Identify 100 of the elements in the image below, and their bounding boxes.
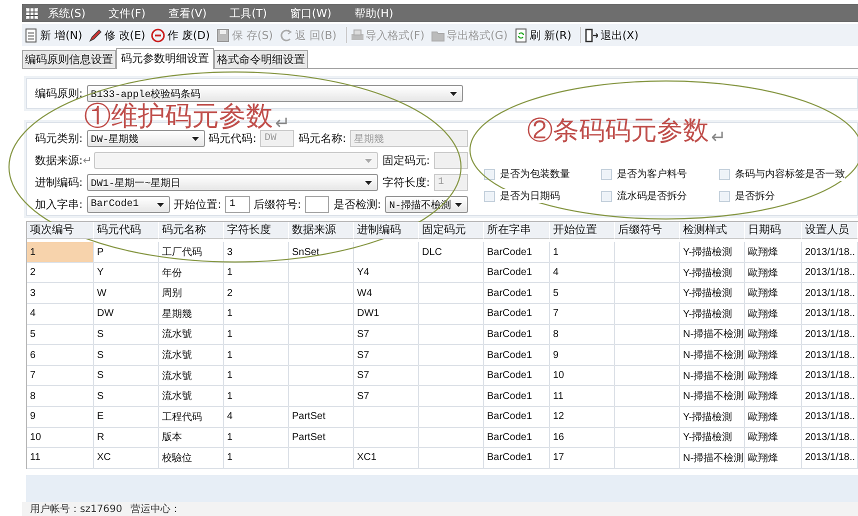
refresh-icon bbox=[514, 28, 528, 42]
checkbox-label: 流水码是否拆分 bbox=[617, 189, 687, 204]
dropdown-arrow-icon bbox=[365, 180, 372, 185]
menu-item[interactable]: 窗口(W) bbox=[290, 6, 332, 20]
menu-item[interactable]: 工具(T) bbox=[230, 6, 267, 20]
table-cell: 7 bbox=[550, 304, 615, 325]
table-cell: W bbox=[94, 283, 159, 304]
table-cell: 年份 bbox=[159, 262, 224, 284]
table-cell: BarCode1 bbox=[484, 448, 550, 469]
input-field[interactable]: 1 bbox=[225, 196, 250, 214]
dropdown[interactable]: DW-星期幾 bbox=[86, 130, 205, 148]
table-cell bbox=[615, 366, 680, 386]
annotation-text: ②条码码元参数 bbox=[527, 115, 709, 148]
table-cell bbox=[419, 283, 484, 304]
table-cell: 2 bbox=[27, 262, 94, 284]
table-cell: 2013/1/18.. bbox=[802, 345, 858, 366]
table-cell bbox=[615, 428, 680, 448]
table-cell bbox=[419, 386, 484, 407]
table-cell bbox=[615, 242, 680, 263]
table-cell: 歐翔烽 bbox=[745, 242, 802, 263]
table-cell: 8 bbox=[550, 324, 615, 346]
toolbar-button[interactable]: 作 废(D) bbox=[151, 28, 214, 42]
table-cell bbox=[615, 345, 680, 366]
table-cell: 17 bbox=[550, 448, 615, 469]
toolbar-button[interactable]: 修 改(E) bbox=[88, 28, 150, 42]
checkbox[interactable] bbox=[484, 190, 495, 202]
table-cell: Y-掃描檢測 bbox=[680, 242, 745, 263]
column-header[interactable]: 码元名称 bbox=[159, 222, 224, 239]
table-cell: R bbox=[94, 428, 159, 448]
table-cell: 8 bbox=[27, 386, 94, 407]
column-header[interactable]: 检测样式 bbox=[680, 222, 745, 239]
column-header[interactable]: 开始位置 bbox=[550, 222, 615, 239]
table-cell: 歐翔烽 bbox=[745, 283, 802, 304]
checkbox[interactable] bbox=[601, 190, 612, 202]
field-label: 码元代码: bbox=[208, 131, 256, 146]
table-cell: N-掃描不檢測 bbox=[680, 448, 745, 469]
column-header[interactable]: 固定码元 bbox=[419, 222, 484, 239]
toolbar-button[interactable]: 新 增(N) bbox=[24, 28, 86, 42]
menu-item[interactable]: 帮助(H) bbox=[354, 6, 394, 20]
column-header[interactable]: 日期码 bbox=[745, 222, 802, 239]
table-cell: DW bbox=[94, 304, 159, 325]
dropdown[interactable]: N-掃描不檢測 bbox=[385, 196, 468, 214]
table-cell: 4 bbox=[550, 262, 615, 284]
column-header[interactable]: 字符长度 bbox=[224, 222, 289, 239]
table-cell bbox=[615, 386, 680, 407]
table-cell bbox=[289, 386, 354, 407]
exit-door-icon bbox=[584, 28, 598, 42]
table-cell: S7 bbox=[354, 366, 419, 386]
table-cell: 2013/1/18.. bbox=[802, 283, 858, 304]
table-cell: 2013/1/18.. bbox=[802, 386, 858, 407]
dropdown[interactable]: BarCode1 bbox=[86, 196, 170, 214]
column-header[interactable]: 数据来源 bbox=[289, 222, 354, 239]
table-cell: SnSet bbox=[289, 242, 354, 263]
dropdown-arrow-icon bbox=[455, 202, 462, 207]
menu-item[interactable]: 文件(F) bbox=[108, 6, 146, 20]
tab[interactable]: 编码原则信息设置 bbox=[22, 50, 116, 68]
column-header[interactable]: 进制编码 bbox=[354, 222, 419, 239]
menu-item[interactable]: 系统(S) bbox=[48, 6, 86, 20]
column-header[interactable]: 所在字串 bbox=[484, 222, 550, 239]
checkbox[interactable] bbox=[719, 168, 730, 180]
table-cell: BarCode1 bbox=[484, 428, 550, 448]
field-label: 码元名称: bbox=[298, 131, 346, 146]
table-cell: BarCode1 bbox=[484, 242, 550, 263]
column-header[interactable]: 项次编号 bbox=[27, 222, 94, 239]
dropdown[interactable]: DW1-星期一~星期日 bbox=[86, 174, 378, 192]
table-cell bbox=[289, 262, 354, 284]
column-header[interactable]: 后缀符号 bbox=[615, 222, 680, 239]
table-cell: DW1 bbox=[354, 304, 419, 325]
table-cell: S7 bbox=[354, 345, 419, 366]
toolbar-button[interactable]: 刷 新(R) bbox=[514, 28, 576, 42]
menu-item[interactable]: 查看(V) bbox=[168, 6, 207, 20]
toolbar-button[interactable]: 退出(X) bbox=[584, 28, 642, 42]
tab[interactable]: 格式命令明细设置 bbox=[214, 50, 308, 68]
checkbox[interactable] bbox=[601, 168, 612, 180]
dropdown[interactable]: B133-apple校验码条码 bbox=[86, 85, 463, 102]
table-cell bbox=[354, 242, 419, 263]
input-field[interactable] bbox=[305, 196, 330, 214]
table-cell bbox=[615, 324, 680, 346]
minus-circle-icon bbox=[151, 28, 166, 42]
table-cell bbox=[289, 283, 354, 304]
table-cell: 歐翔烽 bbox=[745, 448, 802, 469]
field-label: 固定码元: bbox=[382, 153, 430, 168]
table-cell: 2013/1/18.. bbox=[802, 242, 858, 263]
table-cell: 16 bbox=[550, 428, 615, 448]
table-cell bbox=[419, 304, 484, 325]
table-cell: 10 bbox=[550, 366, 615, 386]
table-cell: 周别 bbox=[159, 283, 224, 304]
column-header[interactable]: 设置人员 bbox=[802, 222, 858, 239]
table-cell: 歐翔烽 bbox=[745, 304, 802, 325]
table-cell: 2 bbox=[224, 283, 289, 304]
printer-icon bbox=[350, 28, 364, 42]
checkbox[interactable] bbox=[484, 168, 495, 180]
checkbox[interactable] bbox=[719, 190, 730, 202]
table-cell bbox=[615, 283, 680, 304]
table-cell: DLC bbox=[419, 242, 484, 263]
table-cell: Y bbox=[94, 262, 159, 284]
table-cell: 歐翔烽 bbox=[745, 386, 802, 407]
tab[interactable]: 码元参数明细设置 bbox=[116, 48, 214, 69]
column-header[interactable]: 码元代码 bbox=[94, 222, 159, 239]
table-cell: 5 bbox=[550, 283, 615, 304]
